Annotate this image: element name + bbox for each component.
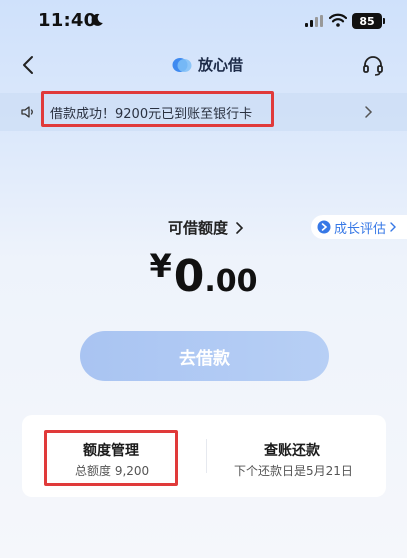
chevron-right-icon	[236, 221, 244, 234]
available-amount: ¥0.00	[0, 247, 407, 302]
amount-integer: 0	[173, 251, 205, 302]
bill-repayment-cell[interactable]: 查账还款 下个还款日是5月21日	[207, 415, 386, 497]
customer-service-headset-icon[interactable]	[362, 54, 384, 76]
brand: 放心借	[172, 54, 243, 75]
nav-bar: 放心借	[0, 44, 407, 88]
status-bar: 11:40 85	[0, 0, 407, 44]
wifi-icon	[329, 13, 347, 27]
chevron-right-icon	[390, 222, 397, 232]
status-time: 11:40	[38, 10, 97, 31]
signal-icon	[305, 15, 323, 27]
credit-limit-label: 可借额度	[168, 219, 229, 237]
growth-arrow-icon	[317, 220, 331, 234]
credit-limit-link[interactable]: 可借额度	[168, 217, 244, 238]
limit-highlight-box	[44, 430, 178, 486]
notice-highlight-box	[41, 91, 274, 127]
next-repayment-date: 下个还款日是5月21日	[234, 464, 353, 478]
app-screen: 11:40 85 放心借 借款成功！9200元已到账至银行卡 可借额度 成长评估…	[0, 0, 407, 558]
bill-repayment-title: 查账还款	[264, 443, 320, 459]
growth-assessment-button[interactable]: 成长评估	[311, 215, 407, 239]
back-chevron-icon[interactable]	[18, 54, 40, 76]
speaker-icon	[21, 106, 33, 118]
battery-indicator: 85	[352, 13, 382, 29]
growth-assessment-label: 成长评估	[334, 221, 387, 237]
page-title: 放心借	[198, 56, 244, 74]
chevron-right-icon	[365, 106, 373, 118]
battery-tip	[383, 18, 385, 24]
borrow-button[interactable]: 去借款	[80, 331, 329, 381]
currency-symbol: ¥	[149, 247, 172, 285]
brand-logo-icon	[172, 57, 192, 72]
moon-icon	[91, 13, 103, 26]
amount-decimal: .00	[204, 264, 258, 299]
